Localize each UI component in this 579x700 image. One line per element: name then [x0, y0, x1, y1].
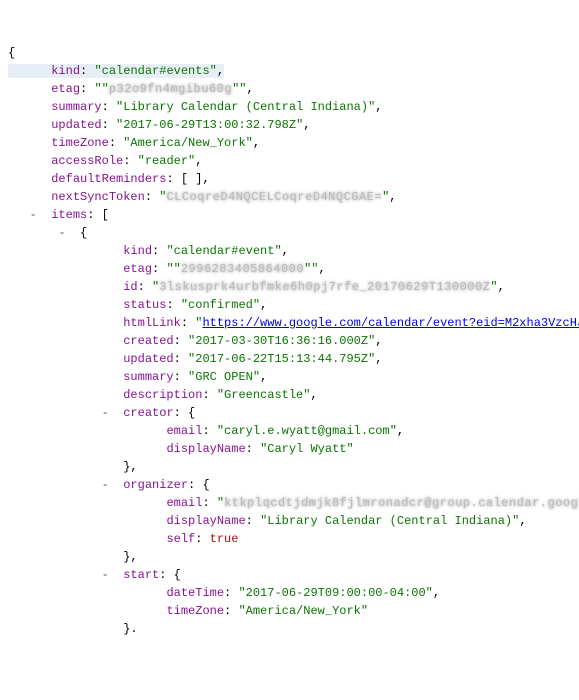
collapse-toggle-icon[interactable]: - [102, 406, 109, 420]
json-key: email [166, 424, 202, 438]
json-string: "calendar#events" [94, 64, 216, 78]
object-brace-open: { [8, 46, 15, 60]
redacted-text: 3lskusprk4urbfmke6h0pj7rfe_20170629T1300… [159, 280, 490, 294]
json-key: items [51, 208, 87, 222]
json-key: displayName [166, 514, 245, 528]
json-key: organizer [123, 478, 188, 492]
json-bool: true [210, 532, 239, 546]
json-key: summary [51, 100, 101, 114]
json-key: etag [123, 262, 152, 276]
json-key: htmlLink [123, 316, 181, 330]
json-key: updated [123, 352, 173, 366]
json-key: kind [123, 244, 152, 258]
selected-line[interactable]: kind: "calendar#events", [8, 64, 224, 78]
redacted-text: CLCoqreD4NQCELCoqreD4NQCGAE= [166, 190, 382, 204]
json-key: created [123, 334, 173, 348]
json-key: description [123, 388, 202, 402]
json-key: etag [51, 82, 80, 96]
collapse-toggle-icon[interactable]: - [102, 478, 109, 492]
redacted-text: ktkplqcdtjdmjk8fjlmronadcr@group.calenda… [224, 496, 579, 510]
json-key: timeZone [51, 136, 109, 150]
collapse-toggle-icon[interactable]: - [30, 208, 37, 222]
collapse-toggle-icon[interactable]: - [58, 226, 65, 240]
json-key: summary [123, 370, 173, 384]
json-key: accessRole [51, 154, 123, 168]
json-key: creator [123, 406, 173, 420]
json-key: nextSyncToken [51, 190, 145, 204]
redacted-text: 2996283405864000 [181, 262, 304, 276]
json-key: kind [51, 64, 80, 78]
json-key: displayName [166, 442, 245, 456]
json-string: "Library Calendar (Central Indiana)" [116, 100, 375, 114]
redacted-text: p32o9fn4mgibu60g [109, 82, 232, 96]
json-key: dateTime [166, 586, 224, 600]
json-key: defaultReminders [51, 172, 166, 186]
json-key: start [123, 568, 159, 582]
json-key: self [166, 532, 195, 546]
json-key: status [123, 298, 166, 312]
html-link[interactable]: https://www.google.com/calendar/event?ei… [202, 316, 579, 330]
json-key: email [166, 496, 202, 510]
json-key: updated [51, 118, 101, 132]
json-key: id [123, 280, 137, 294]
json-key: timeZone [166, 604, 224, 618]
json-tree[interactable]: { kind: "calendar#events", etag: ""p32o9… [8, 44, 571, 638]
collapse-toggle-icon[interactable]: - [102, 568, 109, 582]
